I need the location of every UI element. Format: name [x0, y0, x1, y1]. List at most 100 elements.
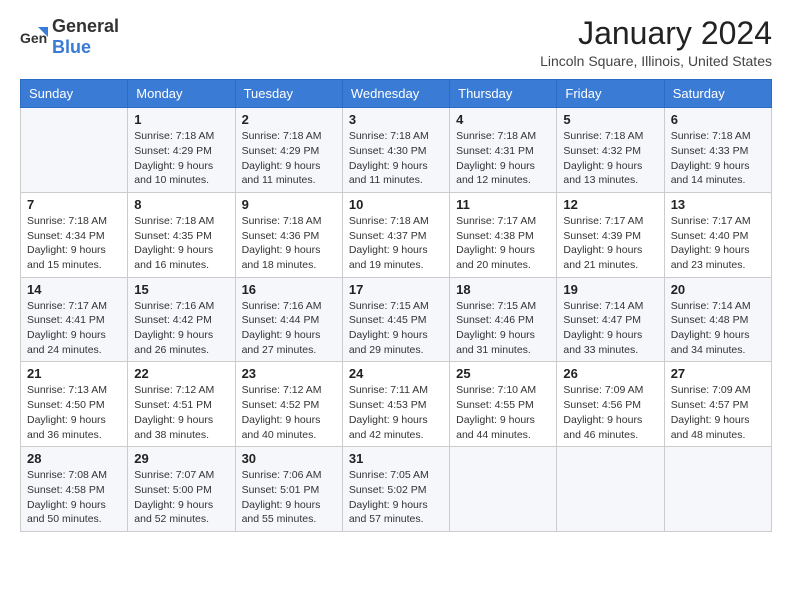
day-number: 10 — [349, 197, 443, 212]
calendar-cell — [450, 447, 557, 532]
calendar-cell: 1 Sunrise: 7:18 AMSunset: 4:29 PMDaylight… — [128, 108, 235, 193]
calendar-day-header: Saturday — [664, 80, 771, 108]
calendar-cell: 7Sunrise: 7:18 AMSunset: 4:34 PMDaylight… — [21, 192, 128, 277]
day-number: 17 — [349, 282, 443, 297]
calendar-day-header: Monday — [128, 80, 235, 108]
calendar-day-header: Sunday — [21, 80, 128, 108]
calendar-cell: 6Sunrise: 7:18 AMSunset: 4:33 PMDaylight… — [664, 108, 771, 193]
cell-info: Sunrise: 7:14 AMSunset: 4:47 PMDaylight:… — [563, 299, 657, 358]
day-number: 18 — [456, 282, 550, 297]
day-number: 5 — [563, 112, 657, 127]
day-number: 20 — [671, 282, 765, 297]
cell-info: Sunrise: 7:17 AMSunset: 4:38 PMDaylight:… — [456, 214, 550, 273]
calendar-cell — [21, 108, 128, 193]
day-number: 13 — [671, 197, 765, 212]
cell-info: Sunrise: 7:18 AMSunset: 4:32 PMDaylight:… — [563, 129, 657, 188]
cell-info: Sunrise: 7:18 AMSunset: 4:29 PMDaylight:… — [134, 129, 228, 188]
day-number: 28 — [27, 451, 121, 466]
calendar-cell: 25 Sunrise: 7:10 AMSunset: 4:55 PMDayligh… — [450, 362, 557, 447]
cell-info: Sunrise: 7:16 AMSunset: 4:42 PMDaylight:… — [134, 299, 228, 358]
logo: Gen General Blue — [20, 16, 119, 58]
cell-info: Sunrise: 7:12 AMSunset: 4:52 PMDaylight:… — [242, 383, 336, 442]
day-number: 3 — [349, 112, 443, 127]
cell-info: Sunrise: 7:08 AMSunset: 4:58 PMDaylight:… — [27, 468, 121, 527]
cell-info: Sunrise: 7:18 AMSunset: 4:31 PMDaylight:… — [456, 129, 550, 188]
calendar-cell: 19 Sunrise: 7:14 AMSunset: 4:47 PMDayligh… — [557, 277, 664, 362]
day-number: 23 — [242, 366, 336, 381]
calendar-cell: 15 Sunrise: 7:16 AMSunset: 4:42 PMDayligh… — [128, 277, 235, 362]
calendar-cell: 30 Sunrise: 7:06 AMSunset: 5:01 PMDayligh… — [235, 447, 342, 532]
day-number: 22 — [134, 366, 228, 381]
calendar-cell: 8 Sunrise: 7:18 AMSunset: 4:35 PMDaylight… — [128, 192, 235, 277]
calendar-cell: 24Sunrise: 7:11 AMSunset: 4:53 PMDayligh… — [342, 362, 449, 447]
cell-info: Sunrise: 7:07 AMSunset: 5:00 PMDaylight:… — [134, 468, 228, 527]
day-number: 9 — [242, 197, 336, 212]
day-number: 25 — [456, 366, 550, 381]
subtitle: Lincoln Square, Illinois, United States — [540, 53, 772, 69]
cell-info: Sunrise: 7:18 AMSunset: 4:37 PMDaylight:… — [349, 214, 443, 273]
day-number: 6 — [671, 112, 765, 127]
cell-info: Sunrise: 7:16 AMSunset: 4:44 PMDaylight:… — [242, 299, 336, 358]
calendar-week-row: 7Sunrise: 7:18 AMSunset: 4:34 PMDaylight… — [21, 192, 772, 277]
calendar-cell: 5 Sunrise: 7:18 AMSunset: 4:32 PMDaylight… — [557, 108, 664, 193]
day-number: 16 — [242, 282, 336, 297]
day-number: 4 — [456, 112, 550, 127]
day-number: 19 — [563, 282, 657, 297]
calendar-cell: 17 Sunrise: 7:15 AMSunset: 4:45 PMDayligh… — [342, 277, 449, 362]
cell-info: Sunrise: 7:13 AMSunset: 4:50 PMDaylight:… — [27, 383, 121, 442]
calendar-week-row: 14 Sunrise: 7:17 AMSunset: 4:41 PMDayligh… — [21, 277, 772, 362]
cell-info: Sunrise: 7:18 AMSunset: 4:30 PMDaylight:… — [349, 129, 443, 188]
calendar-cell: 10 Sunrise: 7:18 AMSunset: 4:37 PMDayligh… — [342, 192, 449, 277]
page-header: Gen General Blue January 2024 Lincoln Sq… — [20, 16, 772, 69]
cell-info: Sunrise: 7:11 AMSunset: 4:53 PMDaylight:… — [349, 383, 443, 442]
calendar-cell: 27 Sunrise: 7:09 AMSunset: 4:57 PMDayligh… — [664, 362, 771, 447]
cell-info: Sunrise: 7:09 AMSunset: 4:57 PMDaylight:… — [671, 383, 765, 442]
calendar-cell: 14 Sunrise: 7:17 AMSunset: 4:41 PMDayligh… — [21, 277, 128, 362]
cell-info: Sunrise: 7:18 AMSunset: 4:29 PMDaylight:… — [242, 129, 336, 188]
calendar-day-header: Tuesday — [235, 80, 342, 108]
day-number: 14 — [27, 282, 121, 297]
calendar-header-row: SundayMondayTuesdayWednesdayThursdayFrid… — [21, 80, 772, 108]
cell-info: Sunrise: 7:14 AMSunset: 4:48 PMDaylight:… — [671, 299, 765, 358]
cell-info: Sunrise: 7:12 AMSunset: 4:51 PMDaylight:… — [134, 383, 228, 442]
calendar-cell: 29 Sunrise: 7:07 AMSunset: 5:00 PMDayligh… — [128, 447, 235, 532]
cell-info: Sunrise: 7:18 AMSunset: 4:36 PMDaylight:… — [242, 214, 336, 273]
day-number: 29 — [134, 451, 228, 466]
day-number: 26 — [563, 366, 657, 381]
day-number: 1 — [134, 112, 228, 127]
cell-info: Sunrise: 7:15 AMSunset: 4:45 PMDaylight:… — [349, 299, 443, 358]
day-number: 11 — [456, 197, 550, 212]
calendar-cell: 31Sunrise: 7:05 AMSunset: 5:02 PMDayligh… — [342, 447, 449, 532]
calendar-cell — [557, 447, 664, 532]
calendar-cell: 22 Sunrise: 7:12 AMSunset: 4:51 PMDayligh… — [128, 362, 235, 447]
calendar-day-header: Wednesday — [342, 80, 449, 108]
logo-general: General Blue — [52, 16, 119, 58]
calendar-week-row: 28 Sunrise: 7:08 AMSunset: 4:58 PMDayligh… — [21, 447, 772, 532]
calendar-cell: 20 Sunrise: 7:14 AMSunset: 4:48 PMDayligh… — [664, 277, 771, 362]
calendar-cell: 16 Sunrise: 7:16 AMSunset: 4:44 PMDayligh… — [235, 277, 342, 362]
cell-info: Sunrise: 7:17 AMSunset: 4:40 PMDaylight:… — [671, 214, 765, 273]
day-number: 8 — [134, 197, 228, 212]
calendar-cell: 4 Sunrise: 7:18 AMSunset: 4:31 PMDaylight… — [450, 108, 557, 193]
calendar-cell — [664, 447, 771, 532]
day-number: 27 — [671, 366, 765, 381]
calendar-week-row: 1 Sunrise: 7:18 AMSunset: 4:29 PMDaylight… — [21, 108, 772, 193]
calendar-cell: 9 Sunrise: 7:18 AMSunset: 4:36 PMDaylight… — [235, 192, 342, 277]
calendar-table: SundayMondayTuesdayWednesdayThursdayFrid… — [20, 79, 772, 532]
cell-info: Sunrise: 7:10 AMSunset: 4:55 PMDaylight:… — [456, 383, 550, 442]
calendar-cell: 18Sunrise: 7:15 AMSunset: 4:46 PMDayligh… — [450, 277, 557, 362]
day-number: 30 — [242, 451, 336, 466]
logo-icon: Gen — [20, 23, 48, 51]
day-number: 2 — [242, 112, 336, 127]
main-title: January 2024 — [540, 16, 772, 51]
calendar-cell: 28 Sunrise: 7:08 AMSunset: 4:58 PMDayligh… — [21, 447, 128, 532]
calendar-cell: 13 Sunrise: 7:17 AMSunset: 4:40 PMDayligh… — [664, 192, 771, 277]
cell-info: Sunrise: 7:18 AMSunset: 4:35 PMDaylight:… — [134, 214, 228, 273]
day-number: 15 — [134, 282, 228, 297]
svg-text:Gen: Gen — [20, 30, 47, 46]
calendar-cell: 23 Sunrise: 7:12 AMSunset: 4:52 PMDayligh… — [235, 362, 342, 447]
cell-info: Sunrise: 7:17 AMSunset: 4:41 PMDaylight:… — [27, 299, 121, 358]
cell-info: Sunrise: 7:06 AMSunset: 5:01 PMDaylight:… — [242, 468, 336, 527]
calendar-cell: 12Sunrise: 7:17 AMSunset: 4:39 PMDayligh… — [557, 192, 664, 277]
calendar-cell: 3 Sunrise: 7:18 AMSunset: 4:30 PMDaylight… — [342, 108, 449, 193]
